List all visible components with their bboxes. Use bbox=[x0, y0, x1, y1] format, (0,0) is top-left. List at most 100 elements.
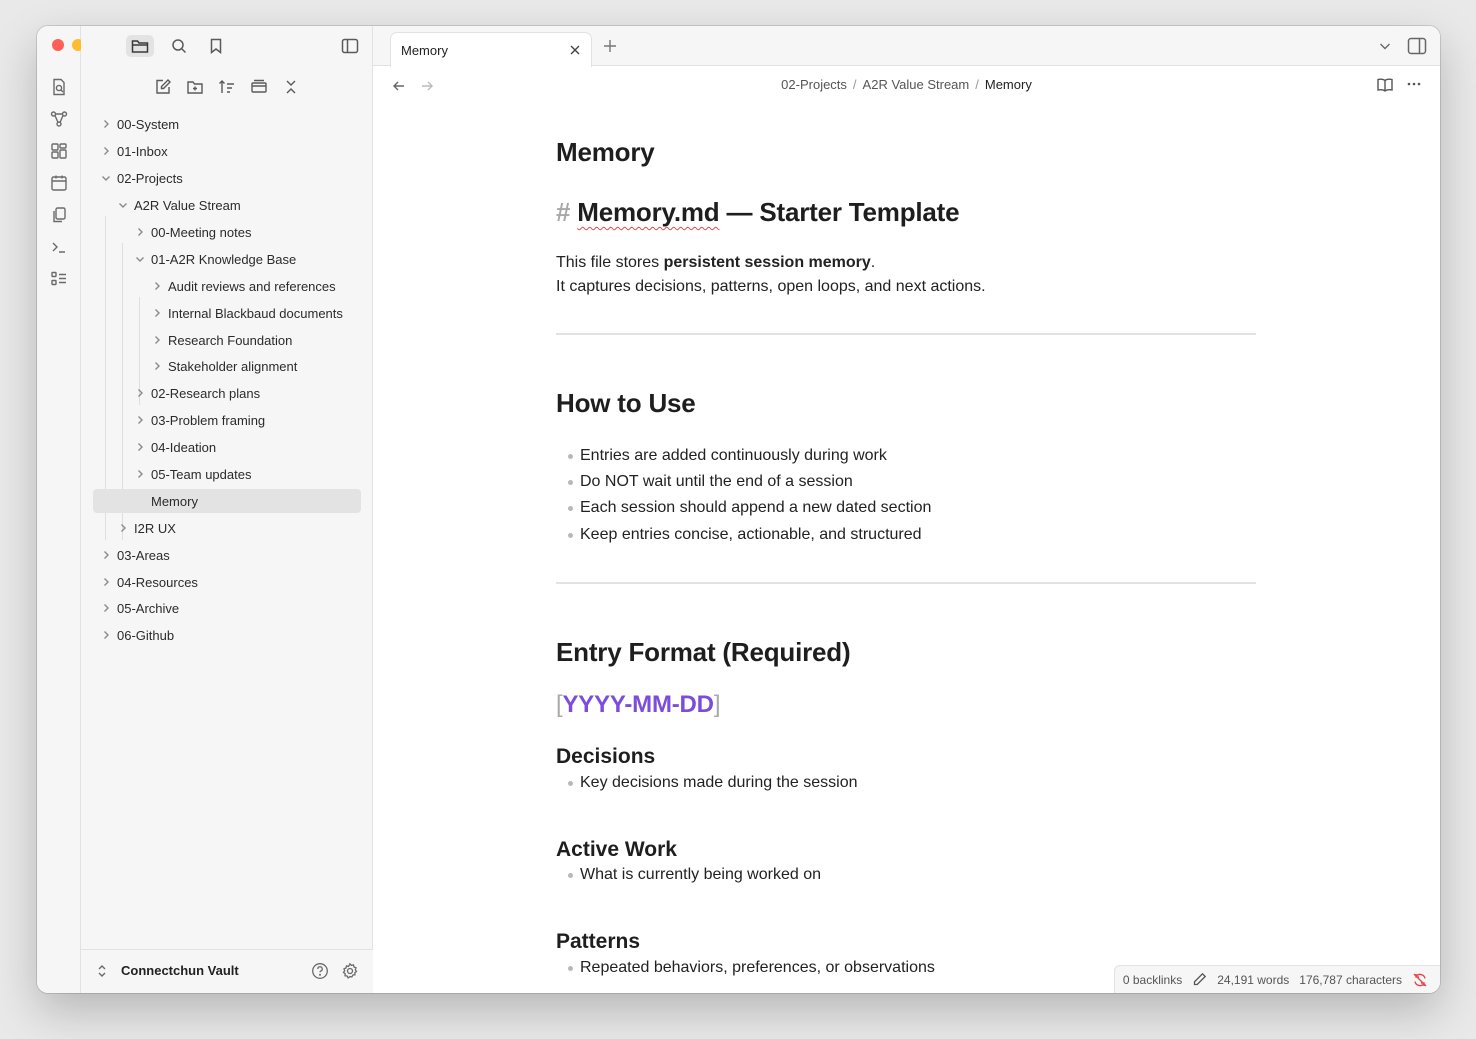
heading-how-to-use[interactable]: How to Use bbox=[556, 388, 696, 419]
list-item: What is currently being worked on bbox=[568, 866, 821, 884]
list-item-text: Keep entries concise, actionable, and st… bbox=[580, 526, 922, 543]
bullet-dot bbox=[568, 479, 573, 485]
new-folder-icon[interactable] bbox=[184, 76, 206, 98]
tree-label: Internal Blackbaud documents bbox=[168, 305, 343, 321]
bookmark-icon[interactable] bbox=[202, 35, 230, 57]
tree-label: Stakeholder alignment bbox=[168, 358, 298, 374]
main-pane: Memory 02-Projects / A2R Value Stream / … bbox=[373, 26, 1440, 993]
settings-gear-icon[interactable] bbox=[341, 962, 359, 980]
reading-view-book-icon[interactable] bbox=[1376, 77, 1394, 93]
vault-switcher-icon[interactable] bbox=[97, 964, 107, 978]
more-options-icon[interactable] bbox=[1406, 76, 1422, 92]
tree-folder-05-team-updates[interactable]: 05-Team updates bbox=[132, 462, 251, 486]
breadcrumb-item[interactable]: 02-Projects bbox=[781, 77, 847, 92]
tree-folder-stakeholder-alignment[interactable]: Stakeholder alignment bbox=[149, 354, 297, 378]
tree-label: A2R Value Stream bbox=[134, 197, 241, 213]
tree-label: 03-Areas bbox=[117, 547, 170, 563]
breadcrumb: 02-Projects / A2R Value Stream / Memory bbox=[373, 77, 1440, 92]
tree-label: 05-Archive bbox=[117, 600, 180, 616]
tree-label: 04-Ideation bbox=[151, 439, 217, 455]
chevron-right-icon bbox=[98, 600, 114, 616]
tree-label: 04-Resources bbox=[117, 574, 198, 590]
breadcrumb-item[interactable]: A2R Value Stream bbox=[863, 77, 970, 92]
bullet-dot bbox=[568, 965, 573, 971]
search-icon[interactable] bbox=[165, 35, 193, 57]
heading-rest: — Starter Template bbox=[719, 197, 960, 227]
tree-label: 05-Team updates bbox=[151, 466, 252, 482]
tree-folder-00-meeting-notes[interactable]: 00-Meeting notes bbox=[132, 220, 251, 244]
tree-folder-02-projects[interactable]: 02-Projects bbox=[98, 166, 183, 190]
tree-folder-06-github[interactable]: 06-Github bbox=[98, 623, 174, 647]
intro-text: This file stores bbox=[556, 254, 664, 271]
edit-pencil-icon[interactable] bbox=[1192, 972, 1207, 987]
tree-folder-05-archive[interactable]: 05-Archive bbox=[98, 596, 179, 620]
tree-folder-03-areas[interactable]: 03-Areas bbox=[98, 543, 170, 567]
terminal-icon[interactable] bbox=[49, 237, 69, 257]
bullet-dot bbox=[568, 532, 573, 538]
backlinks-count[interactable]: 0 backlinks bbox=[1123, 973, 1182, 987]
heading-active-work[interactable]: Active Work bbox=[556, 838, 677, 862]
tree-label: Audit reviews and references bbox=[168, 278, 336, 294]
word-count: 24,191 words bbox=[1217, 972, 1290, 987]
list-icon[interactable] bbox=[49, 269, 69, 289]
tree-folder-01-inbox[interactable]: 01-Inbox bbox=[98, 139, 168, 163]
calendar-icon[interactable] bbox=[49, 173, 69, 193]
chevron-down-icon bbox=[115, 197, 131, 213]
breadcrumb-separator: / bbox=[852, 77, 857, 92]
tree-folder-audit-reviews[interactable]: Audit reviews and references bbox=[149, 274, 336, 298]
sort-icon[interactable] bbox=[216, 76, 238, 98]
date-link[interactable]: [YYYY-MM-DD] bbox=[556, 691, 720, 719]
heading-hash-marker: # bbox=[556, 197, 571, 227]
tree-folder-i2r-ux[interactable]: I2R UX bbox=[115, 516, 176, 540]
sidebar-toggle-icon[interactable] bbox=[336, 35, 364, 57]
tab-memory[interactable]: Memory bbox=[390, 32, 592, 67]
auto-reveal-icon[interactable] bbox=[248, 76, 270, 98]
tree-folder-00-system[interactable]: 00-System bbox=[98, 112, 179, 136]
canvas-icon[interactable] bbox=[49, 141, 69, 161]
close-tab-icon[interactable] bbox=[567, 42, 583, 58]
heading-entry-format[interactable]: Entry Format (Required) bbox=[556, 637, 851, 668]
chevron-down-icon bbox=[98, 170, 114, 186]
horizontal-rule bbox=[556, 333, 1256, 335]
tree-file-memory[interactable]: Memory bbox=[93, 489, 361, 513]
tab-list-chevron-down-icon[interactable] bbox=[1378, 39, 1392, 53]
tree-folder-a2r-value-stream[interactable]: A2R Value Stream bbox=[115, 193, 241, 217]
tree-folder-04-ideation[interactable]: 04-Ideation bbox=[132, 435, 216, 459]
tree-folder-01-a2r-knowledge-base[interactable]: 01-A2R Knowledge Base bbox=[132, 247, 296, 271]
chevron-right-icon bbox=[132, 224, 148, 240]
list-item-text: Each session should append a new dated s… bbox=[580, 499, 932, 516]
copy-icon[interactable] bbox=[49, 205, 69, 225]
new-note-icon[interactable] bbox=[152, 76, 174, 98]
heading-decisions[interactable]: Decisions bbox=[556, 745, 655, 769]
sync-error-icon[interactable] bbox=[1412, 972, 1428, 988]
breadcrumb-current[interactable]: Memory bbox=[985, 77, 1032, 92]
tree-label: Memory bbox=[151, 493, 198, 509]
tree-label: Research Foundation bbox=[168, 332, 293, 348]
heading-starter-template[interactable]: # Memory.md — Starter Template bbox=[556, 197, 960, 228]
folder-icon[interactable] bbox=[126, 35, 154, 57]
help-icon[interactable] bbox=[311, 962, 329, 980]
vault-name[interactable]: Connectchun Vault bbox=[121, 963, 239, 978]
tree-folder-internal-blackbaud[interactable]: Internal Blackbaud documents bbox=[149, 301, 343, 325]
collapse-all-icon[interactable] bbox=[280, 76, 302, 98]
new-tab-icon[interactable] bbox=[602, 38, 618, 54]
link-text[interactable]: YYYY-MM-DD bbox=[562, 691, 714, 718]
tree-folder-research-foundation[interactable]: Research Foundation bbox=[149, 328, 292, 352]
tree-folder-04-resources[interactable]: 04-Resources bbox=[98, 570, 198, 594]
heading-patterns[interactable]: Patterns bbox=[556, 930, 640, 954]
tree-folder-03-problem-framing[interactable]: 03-Problem framing bbox=[132, 408, 265, 432]
note-title[interactable]: Memory bbox=[556, 137, 655, 168]
chevron-right-icon bbox=[132, 466, 148, 482]
close-window-button[interactable] bbox=[52, 39, 64, 51]
bullet-dot bbox=[568, 780, 573, 786]
tree-label: 01-A2R Knowledge Base bbox=[151, 251, 297, 267]
tab-title: Memory bbox=[401, 42, 448, 58]
graph-view-icon[interactable] bbox=[49, 109, 69, 129]
search-file-icon[interactable] bbox=[49, 77, 69, 97]
tab-bar: Memory bbox=[373, 26, 1440, 67]
tree-label: 00-Meeting notes bbox=[151, 224, 252, 240]
tree-folder-02-research-plans[interactable]: 02-Research plans bbox=[132, 381, 260, 405]
list-item: Repeated behaviors, preferences, or obse… bbox=[568, 959, 935, 977]
right-sidebar-toggle-icon[interactable] bbox=[1407, 37, 1427, 55]
list-item: Each session should append a new dated s… bbox=[568, 499, 931, 517]
